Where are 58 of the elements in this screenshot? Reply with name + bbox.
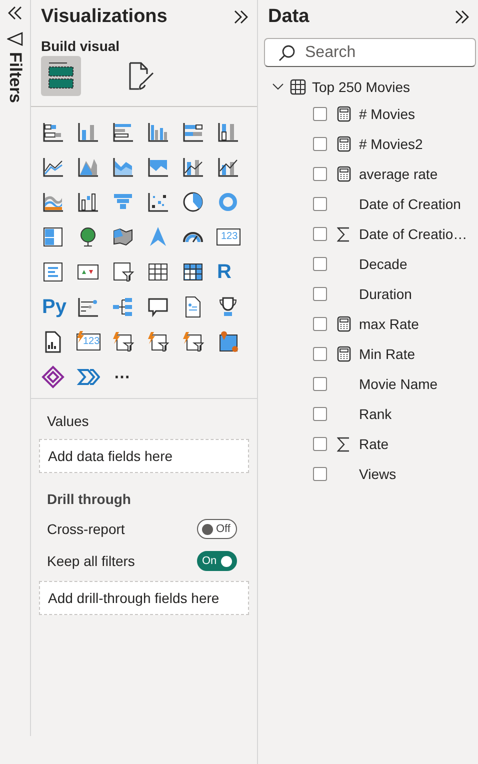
filter-icon[interactable] [7,32,23,46]
chevron-icon[interactable] [272,83,284,91]
field-checkbox[interactable] [313,377,327,391]
sigma-icon [337,226,350,242]
field-name[interactable]: # Movies [359,106,416,122]
sigma-icon [337,436,350,452]
field-name[interactable]: max Rate [359,316,419,332]
search-field[interactable]: Search [264,38,476,67]
field-checkbox[interactable] [313,317,327,331]
collapse-icon[interactable] [7,6,23,20]
drop-field[interactable]: Add data fields here [39,439,249,473]
fields-tab[interactable] [41,56,81,96]
toggle-label: Cross-report [47,521,125,537]
field-checkbox[interactable] [313,197,327,211]
field-name[interactable]: Date of Creatio… [359,226,468,242]
well-title: Values [46,412,90,431]
field-name[interactable]: Rank [359,406,392,422]
calculator-icon [337,106,351,122]
search-icon [278,44,296,62]
field-checkbox[interactable] [313,287,327,301]
calculator-icon [337,346,351,362]
calculator-icon [337,316,351,332]
more-button[interactable]: ⋯ [114,362,130,392]
table-name[interactable]: Top 250 Movies [312,79,410,95]
field-checkbox[interactable] [313,407,327,421]
section-title: Drill through [46,490,132,509]
expand-icon[interactable] [233,10,249,24]
field-name[interactable]: Decade [359,256,408,272]
field-checkbox[interactable] [313,467,327,481]
field-name[interactable]: Duration [359,286,412,302]
section-title: Build visual [40,37,121,56]
filters-title[interactable]: Filters [5,52,25,104]
field-name[interactable]: Views [359,466,396,482]
field-name[interactable]: Movie Name [359,376,438,392]
field-checkbox[interactable] [313,437,327,451]
pane-title: Visualizations [41,6,168,28]
table-icon [290,79,306,95]
calculator-icon [337,136,351,152]
drop-field[interactable]: Add drill-through fields here [39,581,249,615]
field-name[interactable]: Date of Creation [359,196,461,212]
field-checkbox[interactable] [313,107,327,121]
calculator-icon [337,166,351,182]
script-visual-button[interactable]: Py [42,292,66,322]
field-name[interactable]: Min Rate [359,346,416,362]
toggle-switch[interactable]: Off [197,519,237,539]
expand-icon[interactable] [454,10,470,24]
toggle-switch[interactable]: On [197,551,237,571]
field-checkbox[interactable] [313,257,327,271]
toggle-label: Keep all filters [47,553,135,569]
field-name[interactable]: average rate [359,166,438,182]
field-name[interactable]: Rate [359,436,389,452]
field-checkbox[interactable] [313,167,327,181]
field-checkbox[interactable] [313,347,327,361]
script-visual-button[interactable]: R [217,257,232,287]
field-name[interactable]: # Movies2 [359,136,423,152]
field-checkbox[interactable] [313,227,327,241]
pane-title: Data [268,6,310,28]
field-checkbox[interactable] [313,137,327,151]
